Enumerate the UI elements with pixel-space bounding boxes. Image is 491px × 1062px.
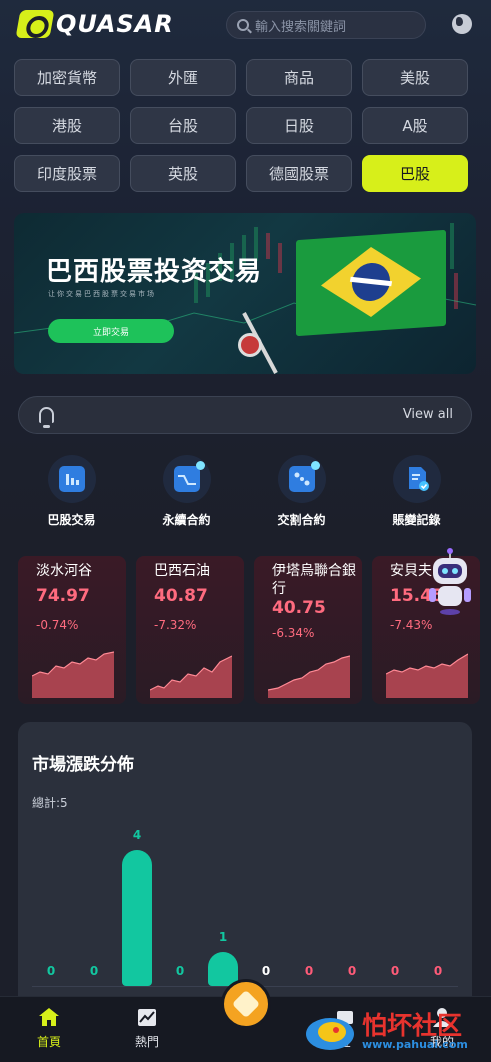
- distribution-total: 總計:5: [32, 796, 68, 810]
- logo-text: QUASAR: [56, 10, 174, 38]
- wave-chart-icon: [162, 455, 211, 503]
- stock-price: 40.87: [154, 586, 208, 606]
- market-tab-hk-stocks[interactable]: 港股: [14, 107, 120, 144]
- promo-banner[interactable]: 巴西股票投资交易 让你交易巴西股票交易市场 立即交易: [14, 213, 476, 374]
- nav-label: 熱門: [134, 1035, 159, 1049]
- market-tab-india-stocks[interactable]: 印度股票: [14, 155, 120, 192]
- stock-name: 伊塔烏聯合銀行: [272, 563, 356, 597]
- watermark-url: www.pahuai.com: [362, 1038, 468, 1051]
- stock-sparkline: [150, 655, 232, 698]
- stock-name: 淡水河谷: [36, 563, 92, 579]
- search-placeholder: 輸入搜索關鍵詞: [255, 19, 347, 35]
- distribution-bar-value: 4: [132, 828, 142, 842]
- market-tab-br-stocks[interactable]: 巴股: [362, 155, 468, 192]
- market-tab-jp-stocks[interactable]: 日股: [246, 107, 352, 144]
- header: QUASAR 輸入搜索關鍵詞: [0, 0, 491, 50]
- action-br-trade[interactable]: 巴股交易: [14, 455, 129, 528]
- action-perpetual[interactable]: 永續合約: [129, 455, 244, 528]
- action-label: 永續合約: [162, 513, 211, 527]
- distribution-bar: [122, 850, 152, 986]
- view-all-link[interactable]: View all: [403, 407, 453, 422]
- stock-change: -7.32%: [154, 618, 197, 632]
- document-check-icon: [392, 455, 441, 503]
- stock-change: -6.34%: [272, 626, 315, 640]
- action-label: 交割合約: [277, 513, 326, 527]
- distribution-bar-value: 1: [218, 930, 228, 944]
- market-tab-forex[interactable]: 外匯: [130, 59, 236, 96]
- watermark: 怕坏社区 www.pahuai.com: [304, 1006, 482, 1058]
- brazil-flag-image: [296, 229, 446, 337]
- banner-subtitle: 让你交易巴西股票交易市场: [48, 290, 156, 298]
- stock-card[interactable]: 巴西石油 40.87 -7.32%: [136, 556, 244, 704]
- market-tab-uk-stocks[interactable]: 英股: [130, 155, 236, 192]
- watermark-logo-icon: [306, 1018, 354, 1050]
- globe-icon[interactable]: [452, 14, 472, 34]
- stock-change: -7.43%: [390, 618, 433, 632]
- market-tab-de-stocks[interactable]: 德國股票: [246, 155, 352, 192]
- distribution-bar-value: 0: [347, 964, 357, 978]
- stock-sparkline: [32, 651, 114, 698]
- logo-mark-icon: [15, 10, 55, 38]
- banner-title: 巴西股票投资交易: [46, 257, 263, 287]
- app-logo[interactable]: QUASAR: [15, 10, 174, 38]
- stock-card[interactable]: 淡水河谷 74.97 -0.74%: [18, 556, 126, 704]
- stock-sparkline: [268, 655, 350, 698]
- stock-sparkline: [386, 653, 468, 698]
- distribution-bar-value: 0: [46, 964, 56, 978]
- action-label: 巴股交易: [47, 513, 96, 527]
- bell-icon: [39, 407, 54, 428]
- nav-label: 首頁: [36, 1035, 61, 1049]
- nav-home[interactable]: 首頁: [19, 1007, 79, 1050]
- home-icon: [39, 1008, 59, 1026]
- distribution-bar-value: 0: [390, 964, 400, 978]
- notice-bar[interactable]: View all: [18, 396, 472, 434]
- nav-center-trade-button[interactable]: [221, 979, 271, 1029]
- distribution-bar-value: 0: [175, 964, 185, 978]
- action-records[interactable]: 賬變記錄: [359, 455, 474, 528]
- search-icon: [237, 19, 249, 31]
- stock-card[interactable]: 伊塔烏聯合銀行 40.75 -6.34%: [254, 556, 362, 704]
- stock-cards: 淡水河谷 74.97 -0.74% 巴西石油 40.87 -7.32% 伊塔烏聯…: [18, 556, 491, 706]
- banner-trade-button[interactable]: 立即交易: [48, 319, 174, 343]
- chart-bars-icon: [47, 455, 96, 503]
- market-tab-us-stocks[interactable]: 美股: [362, 59, 468, 96]
- stock-price: 74.97: [36, 586, 90, 606]
- dice-icon: [277, 455, 326, 503]
- action-delivery[interactable]: 交割合約: [244, 455, 359, 528]
- stock-change: -0.74%: [36, 618, 79, 632]
- distribution-bar-value: 0: [304, 964, 314, 978]
- distribution-bar-value: 0: [261, 964, 271, 978]
- distribution-bar-value: 0: [89, 964, 99, 978]
- market-tab-tw-stocks[interactable]: 台股: [130, 107, 236, 144]
- distribution-title: 市場漲跌分佈: [32, 755, 134, 775]
- stock-price: 40.75: [272, 598, 326, 618]
- distribution-bar-value: 0: [433, 964, 443, 978]
- market-tabs: 加密貨幣 外匯 商品 美股 港股 台股 日股 A股 印度股票 英股 德國股票 巴…: [14, 59, 468, 192]
- pin-decoration: [238, 333, 262, 357]
- market-tab-crypto[interactable]: 加密貨幣: [14, 59, 120, 96]
- quick-actions: 巴股交易 永續合約 交割合約 賬變記錄: [14, 455, 476, 528]
- market-tab-a-shares[interactable]: A股: [362, 107, 468, 144]
- trend-chart-icon: [138, 1009, 156, 1026]
- market-distribution-panel: 市場漲跌分佈 總計:5 0 0 4 0 1 0 0 0 0 0: [18, 722, 472, 1022]
- action-label: 賬變記錄: [392, 513, 441, 527]
- robot-assistant-icon[interactable]: [425, 548, 475, 616]
- stock-name: 巴西石油: [154, 563, 210, 579]
- nav-hot[interactable]: 熱門: [117, 1007, 177, 1050]
- watermark-text: 怕坏社区: [362, 1011, 463, 1040]
- search-input[interactable]: 輸入搜索關鍵詞: [226, 11, 426, 39]
- market-tab-commodities[interactable]: 商品: [246, 59, 352, 96]
